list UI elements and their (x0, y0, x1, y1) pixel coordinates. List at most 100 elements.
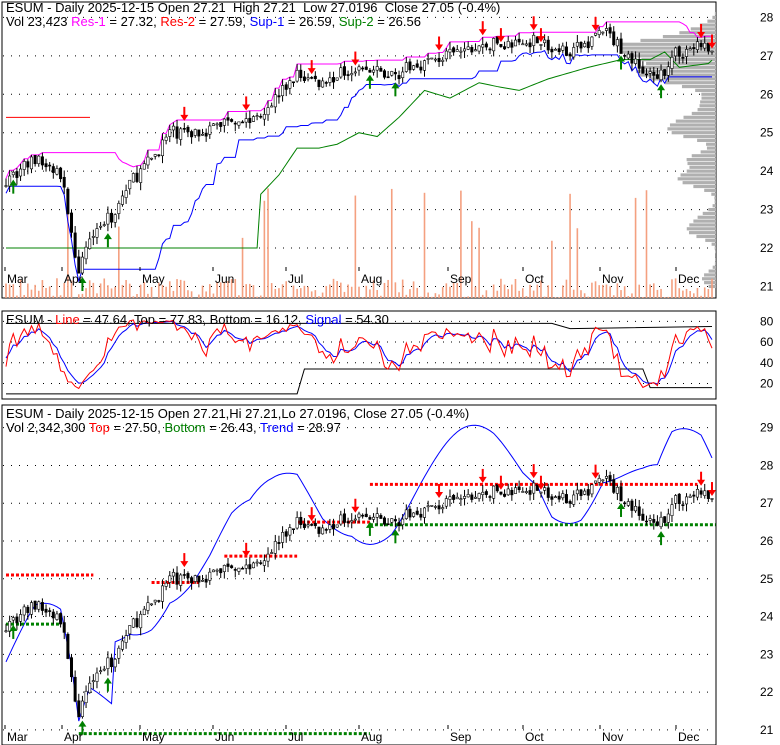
price-panel-candle (644, 73, 648, 76)
volume-profile-bar (677, 177, 716, 181)
volume-bar (176, 279, 178, 298)
price-panel-candle (241, 121, 245, 124)
volume-bar (336, 281, 338, 298)
volume-bar (547, 285, 550, 298)
price-panel-x-tick-jun: Jun (215, 272, 234, 286)
volume-profile-bar (702, 211, 716, 216)
price-panel-candle (302, 76, 306, 81)
trend-panel-candle (59, 613, 63, 625)
volume-bar (478, 227, 480, 298)
price-panel-candle (423, 60, 427, 71)
trend-panel-candle (630, 500, 634, 511)
volume-bar (656, 289, 659, 298)
volume-bar (572, 289, 575, 298)
trend-panel-candle (481, 491, 485, 495)
trend-panel-candle (568, 501, 572, 504)
volume-profile-bar (669, 123, 716, 127)
volume-bar (580, 290, 582, 298)
volume-bar (30, 289, 33, 298)
volume-profile-bar (712, 15, 716, 19)
volume-bar (620, 290, 622, 298)
price-panel-candle (29, 156, 33, 170)
volume-bar (198, 294, 200, 298)
volume-profile-bar (697, 138, 716, 142)
trend-panel-candle (608, 475, 612, 482)
volume-bar (41, 280, 44, 298)
trend-panel-x-tick-oct: Oct (525, 730, 544, 744)
price-panel-candle (88, 238, 92, 249)
price-panel-candle (484, 43, 488, 48)
volume-bar (59, 295, 62, 298)
volume-bar (325, 285, 328, 298)
price-panel-candle (710, 50, 714, 53)
volume-bar (583, 293, 586, 298)
volume-bar (303, 285, 306, 298)
volume-profile-bar (704, 273, 716, 277)
trend-panel-candle (663, 516, 667, 523)
trend-panel-candle (368, 517, 372, 520)
price-panel-candle (594, 32, 598, 36)
price-panel-candle (211, 123, 215, 126)
trend-panel-candle (193, 575, 197, 582)
volume-bar (376, 289, 378, 298)
trend-panel-candle (186, 573, 190, 579)
volume-bar (543, 296, 546, 298)
price-panel-candle (22, 161, 26, 170)
sell-signal-arrow-icon (435, 491, 444, 498)
trend-panel-candle (586, 489, 590, 496)
trend-panel-frame (1, 404, 717, 745)
trend-panel-candle (459, 498, 463, 500)
volume-bar (394, 282, 397, 298)
trend-panel-candle (579, 489, 583, 496)
trend-panel-candle (408, 508, 412, 518)
trend-panel-candle (506, 488, 510, 496)
trend-panel-candle (251, 562, 255, 569)
volume-bar (205, 291, 207, 298)
volume-profile-bar (708, 207, 716, 212)
trend-panel-candle (302, 523, 306, 528)
volume-bar (474, 286, 477, 298)
price-panel-candle (499, 44, 503, 47)
trend-panel-y-tick: 25 (760, 572, 774, 586)
volume-bar (503, 284, 506, 298)
price-panel-candle (655, 74, 659, 79)
price-panel-candle (270, 105, 274, 108)
price-panel-candle (466, 46, 470, 50)
price-panel-candle (663, 69, 667, 76)
price-panel-candle (350, 73, 354, 76)
trend-panel-candle (412, 512, 416, 517)
trend-panel-candle (306, 524, 310, 527)
volume-bar (511, 284, 513, 298)
volume-bar (500, 278, 502, 298)
trend-panel-candle (120, 640, 124, 650)
sell-signal-arrow-icon (351, 506, 360, 513)
volume-bar (48, 286, 51, 298)
trend-panel-candle (168, 575, 172, 583)
price-panel-candle (313, 75, 317, 80)
price-panel-candle (386, 76, 390, 79)
trend-panel-candle (655, 521, 659, 526)
price-panel-candle (415, 63, 419, 68)
trend-panel-candle (437, 505, 441, 510)
trend-panel-candle (513, 487, 517, 494)
price-panel-candle (619, 38, 623, 54)
trend-panel-candle (117, 647, 121, 659)
price-panel-candle (204, 132, 208, 137)
price-panel-candle (66, 188, 70, 215)
price-panel-candle (419, 66, 423, 71)
trend-panel-candle (142, 608, 146, 615)
price-panel-candle (677, 46, 681, 57)
trend-panel-candle (382, 517, 386, 525)
price-panel-candle (579, 41, 583, 49)
volume-bar (463, 296, 466, 298)
volume-bar (107, 285, 109, 298)
trend-panel-candle (695, 489, 699, 498)
volume-profile-bar (675, 119, 716, 123)
price-panel-candle (674, 47, 678, 57)
volume-bar (660, 288, 662, 298)
price-panel-candle (106, 212, 110, 225)
trend-panel-candle (463, 496, 467, 499)
price-panel-candle (568, 53, 572, 57)
trend-panel-candle (77, 700, 81, 718)
volume-profile-bar (696, 234, 716, 239)
